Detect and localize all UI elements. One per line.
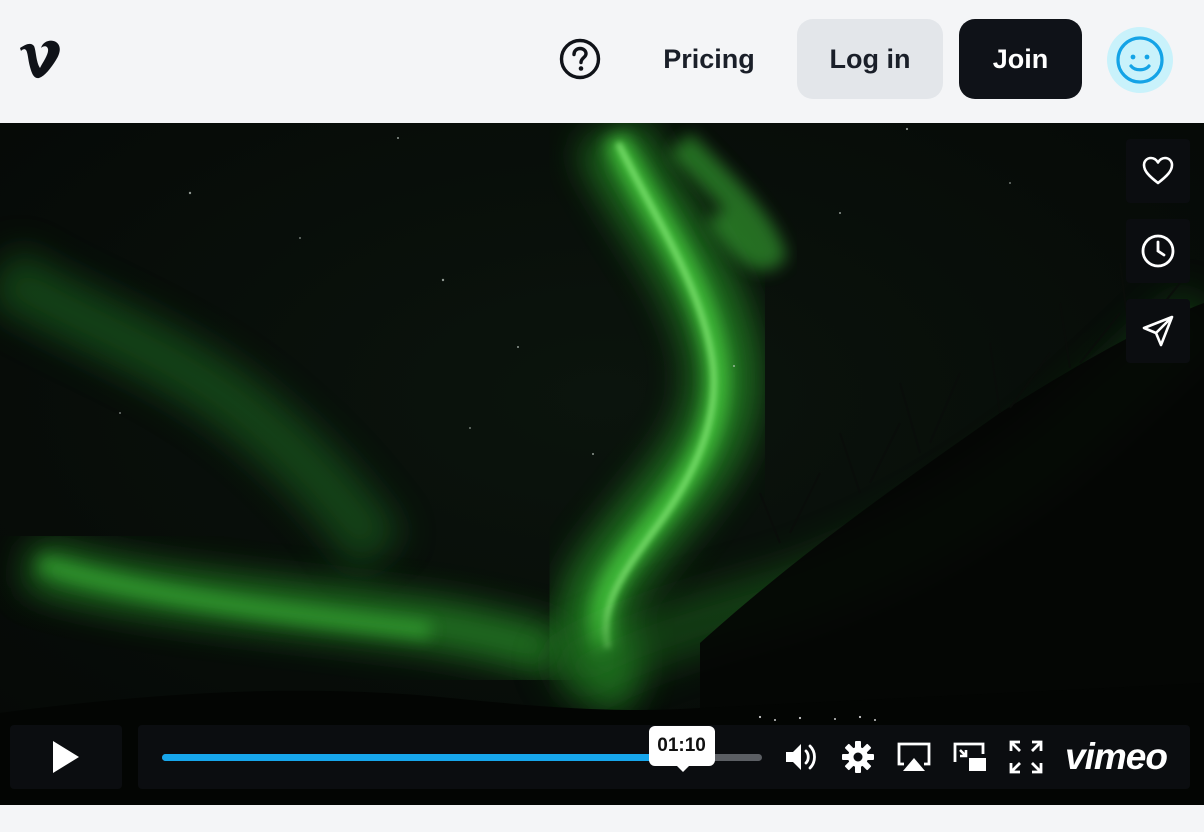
player-control-bar: 01:10 vimeo xyxy=(138,725,1190,789)
avatar[interactable] xyxy=(1107,27,1173,93)
play-icon xyxy=(53,741,79,773)
watch-later-button[interactable] xyxy=(1126,219,1190,283)
volume-button[interactable] xyxy=(782,739,822,775)
like-button[interactable] xyxy=(1126,139,1190,203)
airplay-icon xyxy=(897,742,931,771)
gear-icon xyxy=(842,741,874,773)
vimeo-logo-icon[interactable] xyxy=(18,40,68,80)
progress-bar-played xyxy=(162,754,682,761)
send-icon xyxy=(1142,315,1174,347)
video-player[interactable]: 01:10 vimeo xyxy=(0,123,1204,805)
fullscreen-icon xyxy=(1009,740,1043,774)
fullscreen-button[interactable] xyxy=(1006,739,1046,775)
settings-button[interactable] xyxy=(838,739,878,775)
vimeo-brand-link[interactable]: vimeo xyxy=(1060,733,1172,781)
help-icon[interactable] xyxy=(559,38,601,80)
site-header: Pricing Log in Join xyxy=(0,0,1204,123)
progress-bar[interactable]: 01:10 xyxy=(162,726,762,772)
clock-icon xyxy=(1141,234,1175,268)
heart-icon xyxy=(1142,156,1174,185)
smiley-face-icon xyxy=(1116,36,1164,84)
picture-in-picture-button[interactable] xyxy=(950,739,990,775)
login-button[interactable]: Log in xyxy=(797,19,943,99)
join-button[interactable]: Join xyxy=(959,19,1082,99)
volume-icon xyxy=(786,744,816,770)
aurora-video-frame xyxy=(0,123,1204,805)
share-button[interactable] xyxy=(1126,299,1190,363)
picture-in-picture-icon xyxy=(953,742,986,771)
airplay-button[interactable] xyxy=(894,739,934,775)
time-tooltip: 01:10 xyxy=(648,726,715,772)
play-button[interactable] xyxy=(10,725,122,789)
pricing-link[interactable]: Pricing xyxy=(640,38,778,80)
